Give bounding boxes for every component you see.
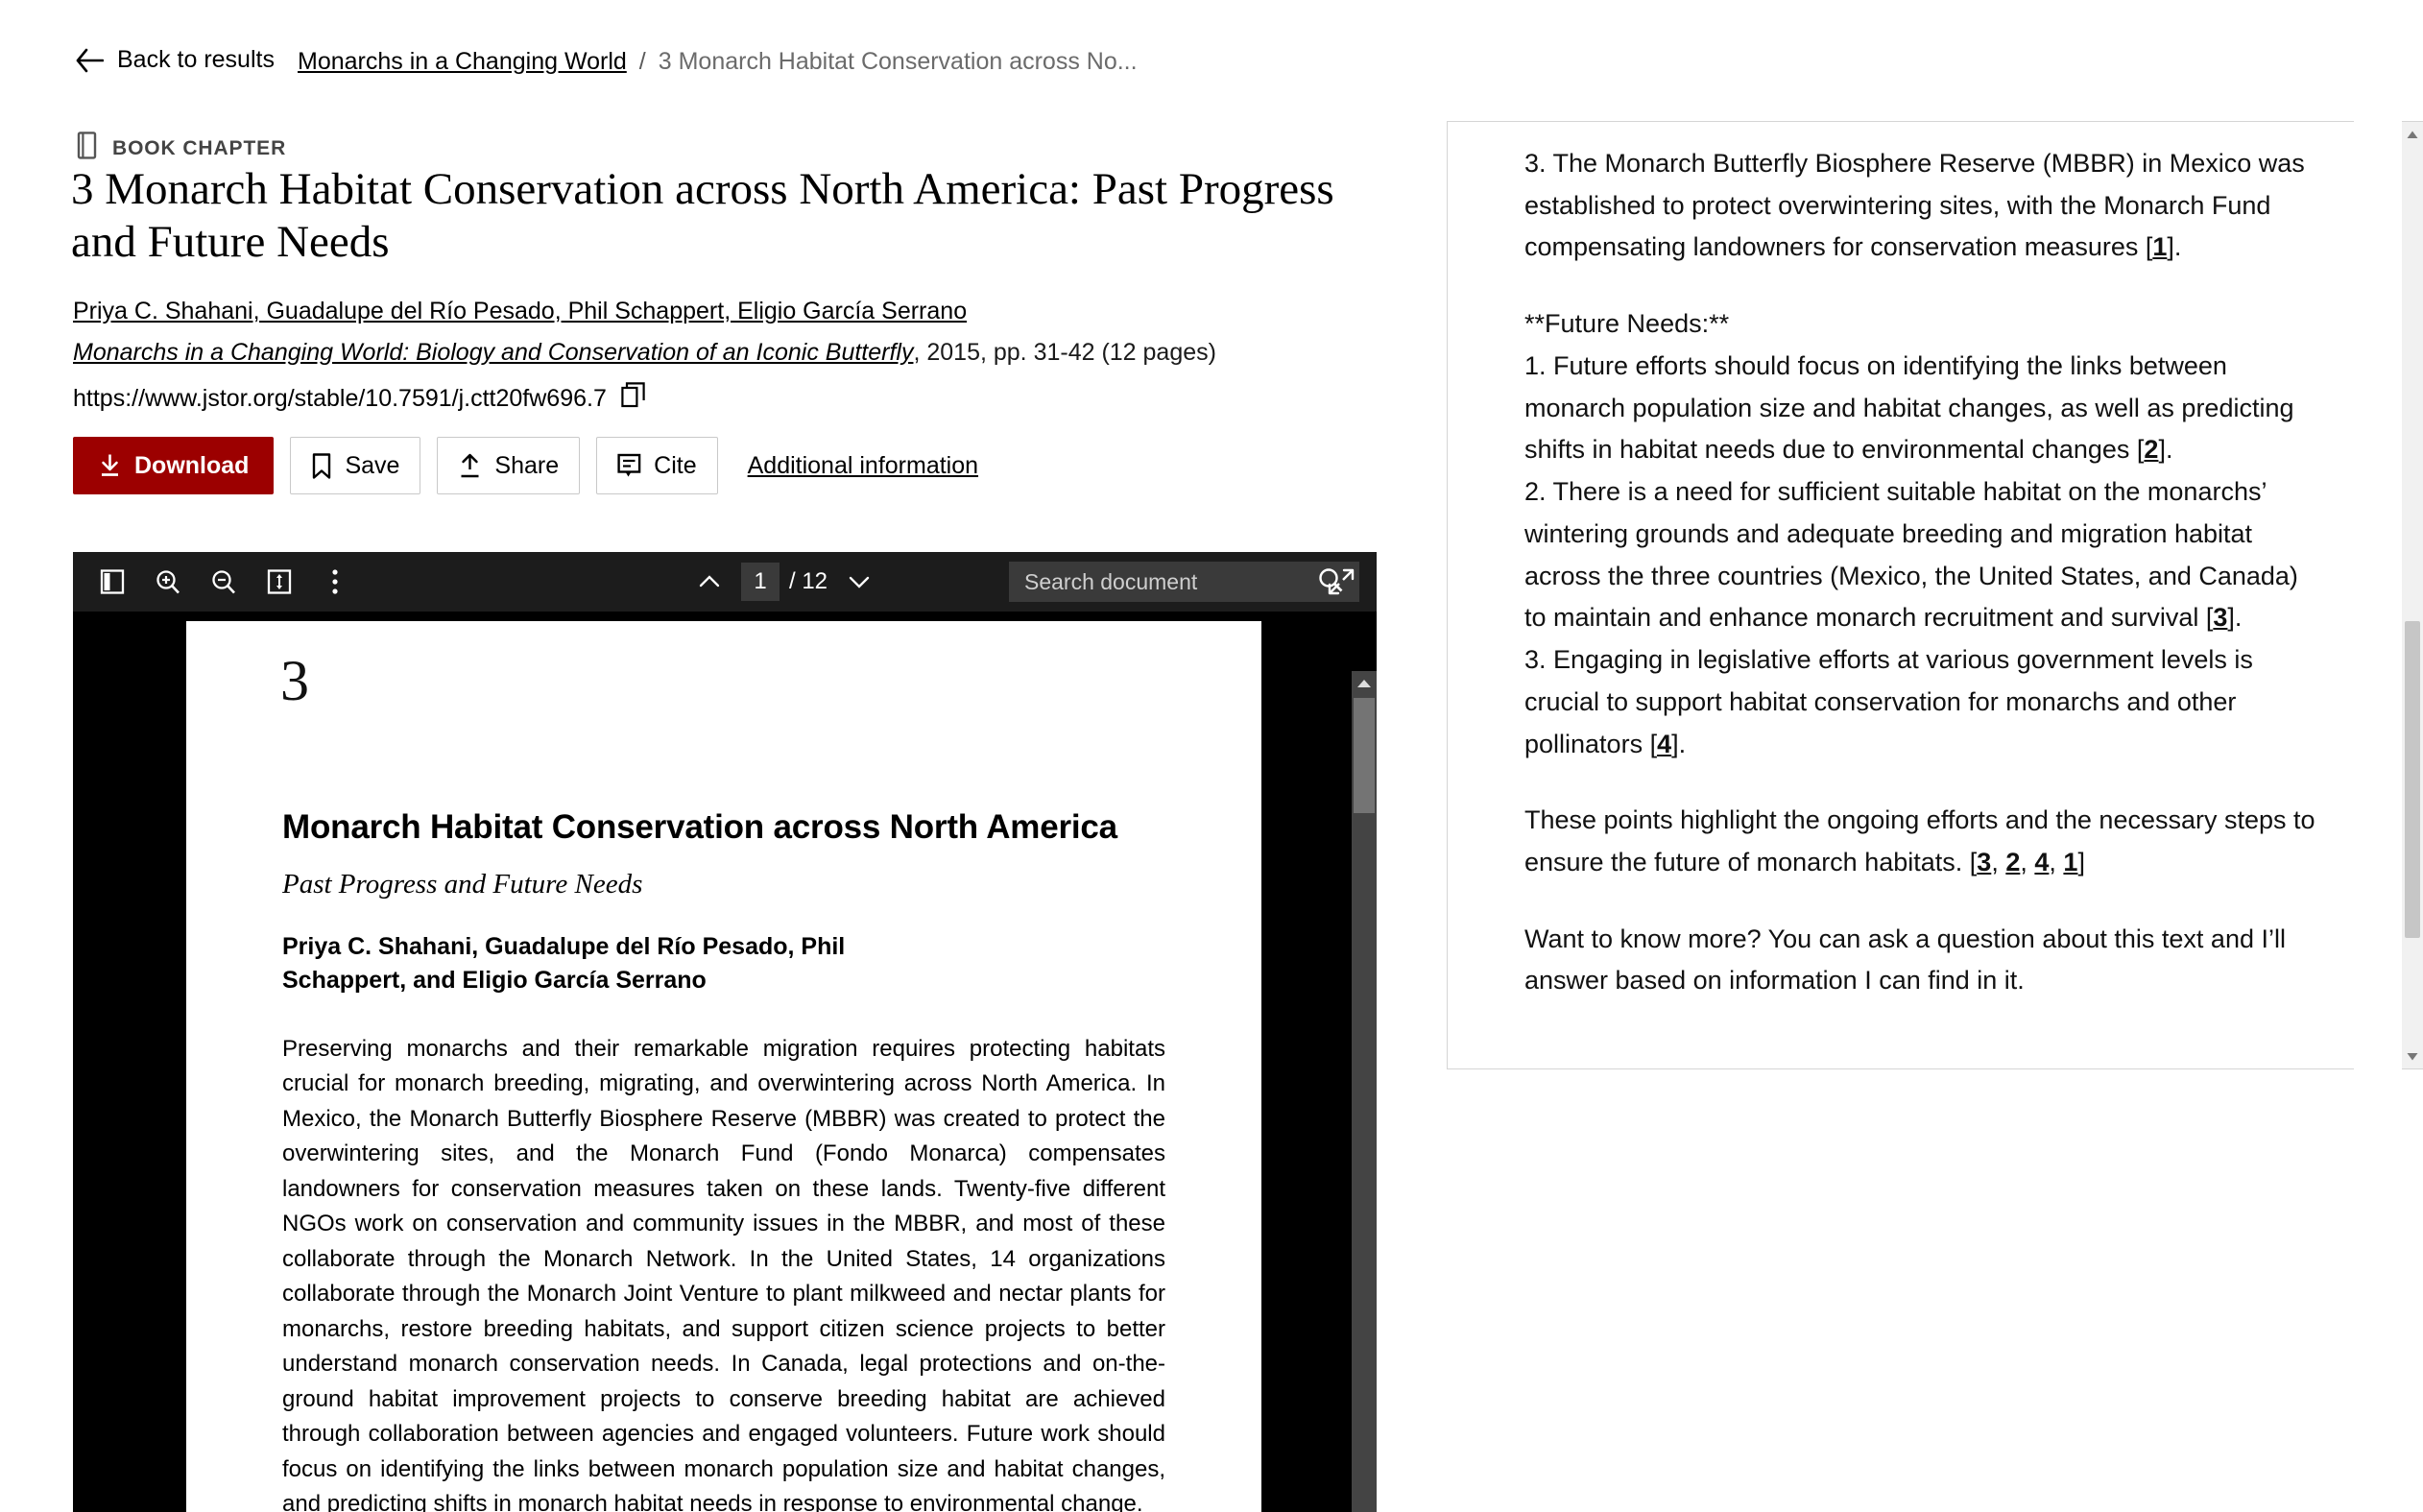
cite-button[interactable]: Cite xyxy=(596,437,718,494)
answer-point-3-past: 3. The Monarch Butterfly Biosphere Reser… xyxy=(1524,149,2305,262)
assistant-scroll-thumb[interactable] xyxy=(2405,621,2420,938)
assistant-answer-scrollbar[interactable] xyxy=(2402,121,2423,1069)
pdf-pager: 1 / 12 xyxy=(687,552,881,612)
scroll-down-arrow-icon[interactable] xyxy=(2402,1046,2423,1066)
pdf-page-heading: Monarch Habitat Conservation across Nort… xyxy=(282,808,1117,846)
content-type-label: BOOK CHAPTER xyxy=(112,136,287,159)
authors-links[interactable]: Priya C. Shahani, Guadalupe del Río Pesa… xyxy=(73,298,967,324)
quote-bubble-icon xyxy=(617,453,641,479)
save-button[interactable]: Save xyxy=(290,437,421,494)
share-button[interactable]: Share xyxy=(437,437,581,494)
download-icon xyxy=(98,453,122,478)
pdf-page-total: / 12 xyxy=(789,568,828,594)
arrow-left-icon xyxy=(75,48,104,73)
pdf-page-subheading: Past Progress and Future Needs xyxy=(282,869,643,900)
answer-followup: Want to know more? You can ask a questio… xyxy=(1524,924,2286,996)
answer-future-3: 3. Engaging in legislative efforts at va… xyxy=(1524,645,2253,758)
source-title-link[interactable]: Monarchs in a Changing World: Biology an… xyxy=(73,339,913,366)
record-column: BOOK CHAPTER 3 Monarch Habitat Conservat… xyxy=(0,106,1402,1512)
download-label: Download xyxy=(134,451,250,479)
stable-url-row: https://www.jstor.org/stable/10.7591/j.c… xyxy=(73,382,645,415)
scroll-up-arrow-icon[interactable] xyxy=(2402,125,2423,144)
authors-list: Priya C. Shahani, Guadalupe del Río Pesa… xyxy=(73,298,967,325)
answer-future-needs-heading: **Future Needs:** xyxy=(1524,309,1730,339)
chevron-up-icon[interactable] xyxy=(687,560,732,604)
pdf-search-placeholder: Search document xyxy=(1024,568,1198,594)
answer-spacer xyxy=(1524,884,2315,919)
breadcrumb-separator: / xyxy=(638,48,646,75)
source-citation: Monarchs in a Changing World: Biology an… xyxy=(73,339,1216,367)
assistant-answer-body: 3. The Monarch Butterfly Biosphere Reser… xyxy=(1448,122,2354,1012)
fit-page-icon[interactable] xyxy=(257,560,301,604)
pdf-page-body: Preserving monarchs and their remarkable… xyxy=(282,1036,1165,1512)
answer-spacer xyxy=(1524,269,2315,303)
breadcrumb-current: 3 Monarch Habitat Conservation across No… xyxy=(658,48,1138,75)
assistant-answer-scroll[interactable]: 3. The Monarch Butterfly Biosphere Reser… xyxy=(1447,121,2354,1069)
cite-label: Cite xyxy=(654,451,697,479)
share-label: Share xyxy=(494,451,560,479)
breadcrumb-parent-link[interactable]: Monarchs in a Changing World xyxy=(298,48,627,76)
research-tool-panel: 3. The Monarch Butterfly Biosphere Reser… xyxy=(1447,0,2423,1504)
panel-toggle-icon[interactable] xyxy=(90,560,134,604)
pdf-canvas-stage[interactable]: 3 Monarch Habitat Conservation across No… xyxy=(73,612,1377,1512)
additional-information-link[interactable]: Additional information xyxy=(748,452,978,480)
pdf-search-field[interactable]: Search document xyxy=(1009,562,1359,602)
answer-future-2: 2. There is a need for sufficient suitab… xyxy=(1524,477,2298,633)
answer-summary: These points highlight the ongoing effor… xyxy=(1524,805,2315,877)
expand-diagonal-icon[interactable] xyxy=(1319,560,1363,604)
back-to-results-button[interactable]: Back to results xyxy=(75,46,275,74)
pdf-scroll-up-arrow[interactable] xyxy=(1352,671,1377,696)
share-upload-icon xyxy=(458,453,482,479)
pdf-viewer: 1 / 12 Search document 3 Monarch Habitat… xyxy=(73,552,1377,1512)
pdf-scroll-thumb[interactable] xyxy=(1354,698,1375,813)
bookmark-icon xyxy=(311,452,332,479)
pdf-chapter-number: 3 xyxy=(280,649,309,712)
pdf-toolbar: 1 / 12 Search document xyxy=(73,552,1377,612)
back-to-results-label: Back to results xyxy=(117,46,275,73)
source-citation-rest: , 2015, pp. 31-42 (12 pages) xyxy=(913,339,1216,366)
book-icon xyxy=(75,132,99,165)
more-vertical-icon[interactable] xyxy=(313,560,357,604)
pdf-page-input[interactable]: 1 xyxy=(741,563,780,601)
content-type: BOOK CHAPTER xyxy=(75,132,286,165)
stable-url: https://www.jstor.org/stable/10.7591/j.c… xyxy=(73,384,607,412)
zoom-out-icon[interactable] xyxy=(202,560,246,604)
answer-spacer xyxy=(1524,765,2315,800)
pdf-scrollbar[interactable] xyxy=(1352,671,1377,1512)
zoom-in-icon[interactable] xyxy=(146,560,190,604)
breadcrumb: Monarchs in a Changing World / 3 Monarch… xyxy=(298,48,1138,76)
copy-icon[interactable] xyxy=(621,382,645,415)
record-actions: Download Save Share Cite Additional info… xyxy=(73,437,978,494)
save-label: Save xyxy=(345,451,400,479)
page-title: 3 Monarch Habitat Conservation across No… xyxy=(71,164,1334,268)
answer-future-1: 1. Future efforts should focus on identi… xyxy=(1524,350,2294,465)
chevron-down-icon[interactable] xyxy=(837,560,881,604)
pdf-page-authors: Priya C. Shahani, Guadalupe del Río Pesa… xyxy=(282,933,846,994)
download-button[interactable]: Download xyxy=(73,437,275,494)
pdf-page: 3 Monarch Habitat Conservation across No… xyxy=(186,621,1261,1512)
